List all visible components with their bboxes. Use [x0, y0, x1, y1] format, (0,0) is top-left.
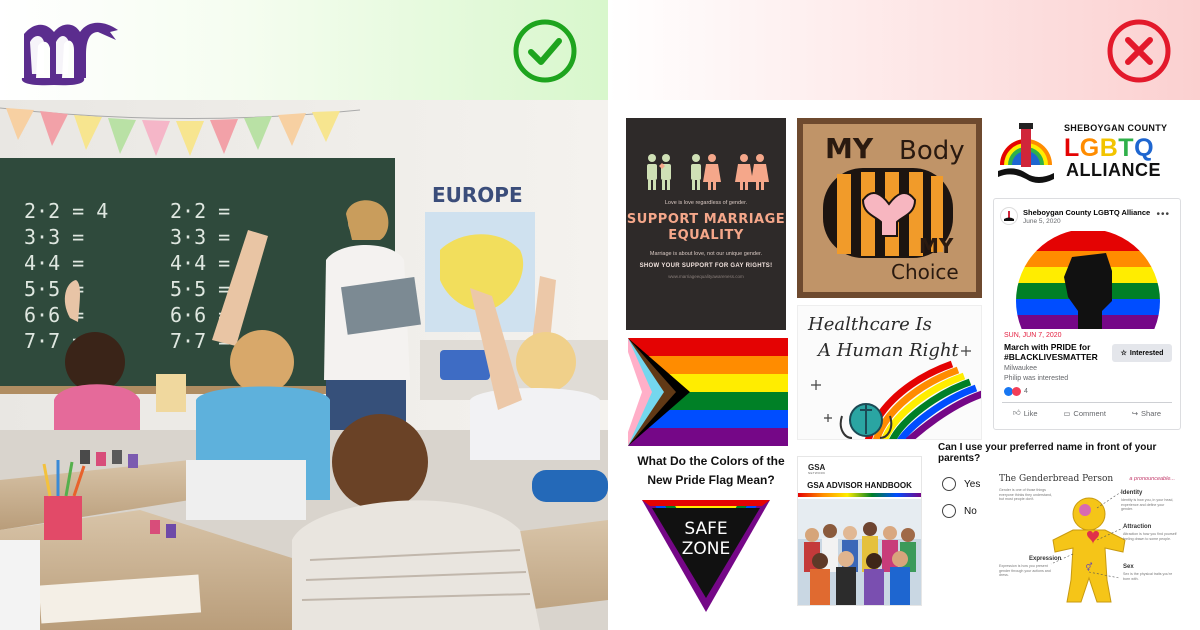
radio-option-no[interactable]: No	[942, 504, 977, 518]
comment-icon: ▭	[1063, 408, 1071, 418]
poster-body: Marriage is about love, not our unique g…	[649, 250, 763, 257]
event-interested-note: Philip was interested	[1004, 375, 1069, 382]
love-reaction-icon	[1012, 387, 1021, 396]
chalk-line: 4·4 =	[170, 251, 230, 275]
alliance-word: ALLIANCE	[1066, 160, 1161, 180]
chalk-line: 3·3 =	[170, 225, 230, 249]
chalk-line: 3·3 =	[24, 225, 84, 249]
radio-label-no: No	[964, 505, 977, 517]
divider	[1002, 402, 1172, 403]
more-options-icon[interactable]: •••	[1156, 209, 1170, 220]
event-date: SUN, JUN 7, 2020	[1004, 332, 1062, 339]
label-identity: Identity	[1121, 490, 1143, 496]
event-cover-image[interactable]	[994, 231, 1180, 329]
progress-pride-flag	[628, 338, 788, 446]
reaction-count: 4	[1024, 388, 1028, 395]
checkmark-icon	[512, 18, 578, 84]
poster-footer: www.marriageequalityawareness.com	[668, 273, 744, 279]
genderbread-blurb: Sex is the physical traits you're born w…	[1123, 572, 1173, 581]
thumbs-up-icon: 👍︎	[1012, 408, 1021, 417]
genderbread-blurb: Expression is how you present gender thr…	[999, 564, 1051, 578]
svg-text:⚥: ⚥	[1085, 562, 1092, 572]
map-title: EUROPE	[432, 183, 523, 207]
group-photo	[798, 499, 921, 605]
handbook-title: GSA ADVISOR HANDBOOK	[807, 481, 912, 490]
post-date[interactable]: June 5, 2020	[1023, 218, 1150, 225]
label-attraction: Attraction	[1123, 524, 1152, 530]
genderbread-blurb: Attraction is how you find yourself feel…	[1123, 532, 1177, 541]
poster-call: SHOW YOUR SUPPORT FOR GAY RIGHTS!	[639, 262, 773, 269]
genderbread-blurb: Identity is how you, in your head, exper…	[1121, 498, 1174, 512]
couples-icon	[626, 152, 786, 192]
pride-flag-question: What Do the Colors of the New Pride Flag…	[637, 454, 785, 487]
comment-label: Comment	[1073, 408, 1106, 418]
page-name[interactable]: Sheboygan County LGBTQ Alliance	[1023, 208, 1150, 217]
label-expression: Expression	[1029, 556, 1062, 562]
star-icon: ☆	[1120, 350, 1127, 357]
page-avatar[interactable]	[1000, 207, 1018, 225]
alliance-county: SHEBOYGAN COUNTY	[1064, 123, 1168, 133]
genderbread-person-worksheet: The Genderbread Person a pronounceable..…	[993, 468, 1183, 608]
event-title[interactable]: March with PRIDE for #BLACKLIVESMATTER	[1004, 342, 1114, 362]
interested-button-label: Interested	[1129, 349, 1164, 357]
sign-word-my-2: MY	[919, 234, 954, 258]
safe-zone-line-1: SAFE	[684, 519, 727, 539]
chalk-line: 4·4 =	[24, 251, 84, 275]
gsa-network-label: NETWORK	[808, 471, 826, 475]
safe-zone-line-2: ZONE	[682, 539, 731, 559]
radio-button[interactable]	[942, 477, 956, 491]
lgbtq-alliance-logo: SHEBOYGAN COUNTY LGBTQ ALLIANCE	[992, 115, 1182, 190]
comment-button[interactable]: ▭ Comment	[1063, 408, 1106, 418]
share-icon: ↪	[1131, 408, 1139, 418]
radio-option-yes[interactable]: Yes	[942, 477, 980, 491]
interested-button[interactable]: ☆ Interested	[1112, 344, 1172, 362]
label-sex: Sex	[1123, 564, 1134, 570]
classroom-photo: 2·2 = 4 3·3 = 4·4 = 5·5 = 6·6 = 7·7 = 2·…	[0, 100, 608, 630]
chalk-line: 2·2 =	[170, 199, 230, 223]
sign-word-body: Body	[899, 136, 965, 166]
my-body-my-choice-sign: MY Body MY Choice	[797, 118, 982, 298]
alliance-lgbtq: LGBTQ	[1064, 134, 1155, 162]
waterfall-logo-icon	[14, 14, 122, 86]
lighthouse-icon	[998, 123, 1054, 183]
gsa-advisor-handbook-cover: GSA NETWORK GSA ADVISOR HANDBOOK	[797, 456, 922, 606]
sign-word-my: MY	[825, 132, 874, 165]
poster-headline: SUPPORT MARRIAGE EQUALITY	[626, 212, 786, 244]
rainbow-stripe	[798, 493, 921, 497]
sign-word-choice: Choice	[891, 260, 959, 284]
share-button[interactable]: ↪ Share	[1132, 408, 1161, 418]
safe-zone-sticker: SAFE ZONE	[642, 500, 770, 612]
healthcare-human-right-sign: Healthcare Is A Human Right	[797, 305, 982, 440]
x-icon	[1106, 18, 1172, 84]
facebook-event-post: Sheboygan County LGBTQ Alliance June 5, …	[993, 198, 1181, 430]
event-location: Milwaukee	[1004, 365, 1038, 372]
reaction-summary[interactable]: 4	[1004, 387, 1028, 396]
radio-label-yes: Yes	[964, 478, 981, 490]
chalk-line: 2·2 = 4	[24, 199, 108, 223]
survey-question: Can I use your preferred name in front o…	[938, 442, 1157, 464]
poster-caption: Love is love regardless of gender.	[664, 200, 748, 206]
like-button[interactable]: 👍︎ Like	[1013, 408, 1038, 418]
radio-button[interactable]	[942, 504, 956, 518]
marriage-equality-poster: Love is love regardless of gender. SUPPO…	[626, 118, 786, 330]
share-label: Share	[1141, 408, 1162, 418]
chalk-line: 5·5 =	[170, 277, 230, 301]
like-label: Like	[1023, 408, 1038, 418]
